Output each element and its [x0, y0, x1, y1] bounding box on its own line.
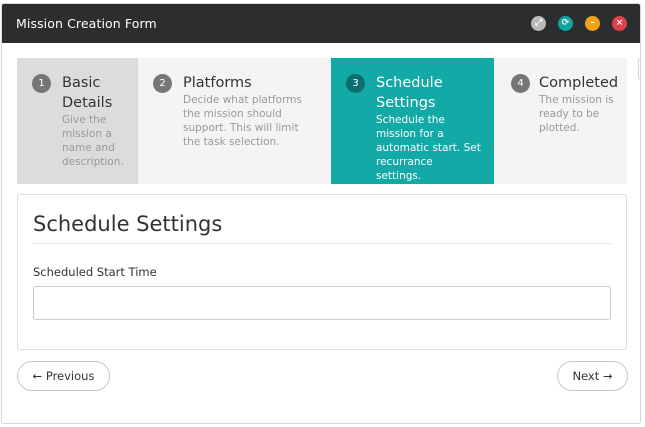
panel-divider	[33, 243, 611, 244]
step-title: Completed	[539, 75, 619, 91]
window-title: Mission Creation Form	[16, 16, 157, 31]
step-description: The mission is ready to be plotted.	[539, 94, 614, 134]
step-completed[interactable]: 4 Completed The mission is ready to be p…	[494, 58, 627, 184]
refresh-icon[interactable]: ⟳	[558, 16, 573, 31]
next-button[interactable]: Next →	[557, 361, 628, 391]
step-platforms[interactable]: 2 Platforms Decide what platforms the mi…	[138, 58, 331, 184]
step-title: Schedule Settings	[376, 75, 443, 111]
title-bar: Mission Creation Form ⤢ ⟳ – ×	[2, 4, 640, 43]
step-description: Give the mission a name and description.	[62, 114, 124, 168]
step-number-badge: 4	[511, 74, 530, 93]
mission-creation-window: Mission Creation Form ⤢ ⟳ – × 1 Basic De…	[1, 3, 641, 424]
step-number-badge: 1	[32, 74, 51, 93]
step-description: Decide what platforms the mission should…	[183, 94, 302, 148]
previous-button[interactable]: ← Previous	[17, 361, 110, 391]
start-time-label: Scheduled Start Time	[33, 265, 157, 279]
expand-icon[interactable]: ⤢	[531, 16, 546, 31]
step-number-badge: 2	[153, 74, 172, 93]
step-description: Schedule the mission for a automatic sta…	[376, 114, 481, 182]
scroll-handle[interactable]	[638, 58, 640, 80]
wizard-steps: 1 Basic Details Give the mission a name …	[17, 58, 627, 184]
minimize-icon[interactable]: –	[585, 16, 600, 31]
step-basic-details[interactable]: 1 Basic Details Give the mission a name …	[17, 58, 138, 184]
step-title: Platforms	[183, 75, 252, 91]
step-number-badge: 3	[346, 74, 365, 93]
schedule-settings-panel: Schedule Settings Scheduled Start Time	[17, 194, 627, 350]
close-icon[interactable]: ×	[612, 16, 627, 31]
start-time-input[interactable]	[33, 286, 611, 320]
step-title: Basic Details	[62, 75, 113, 111]
panel-title: Schedule Settings	[33, 212, 223, 236]
step-schedule-settings[interactable]: 3 Schedule Settings Schedule the mission…	[331, 58, 494, 184]
